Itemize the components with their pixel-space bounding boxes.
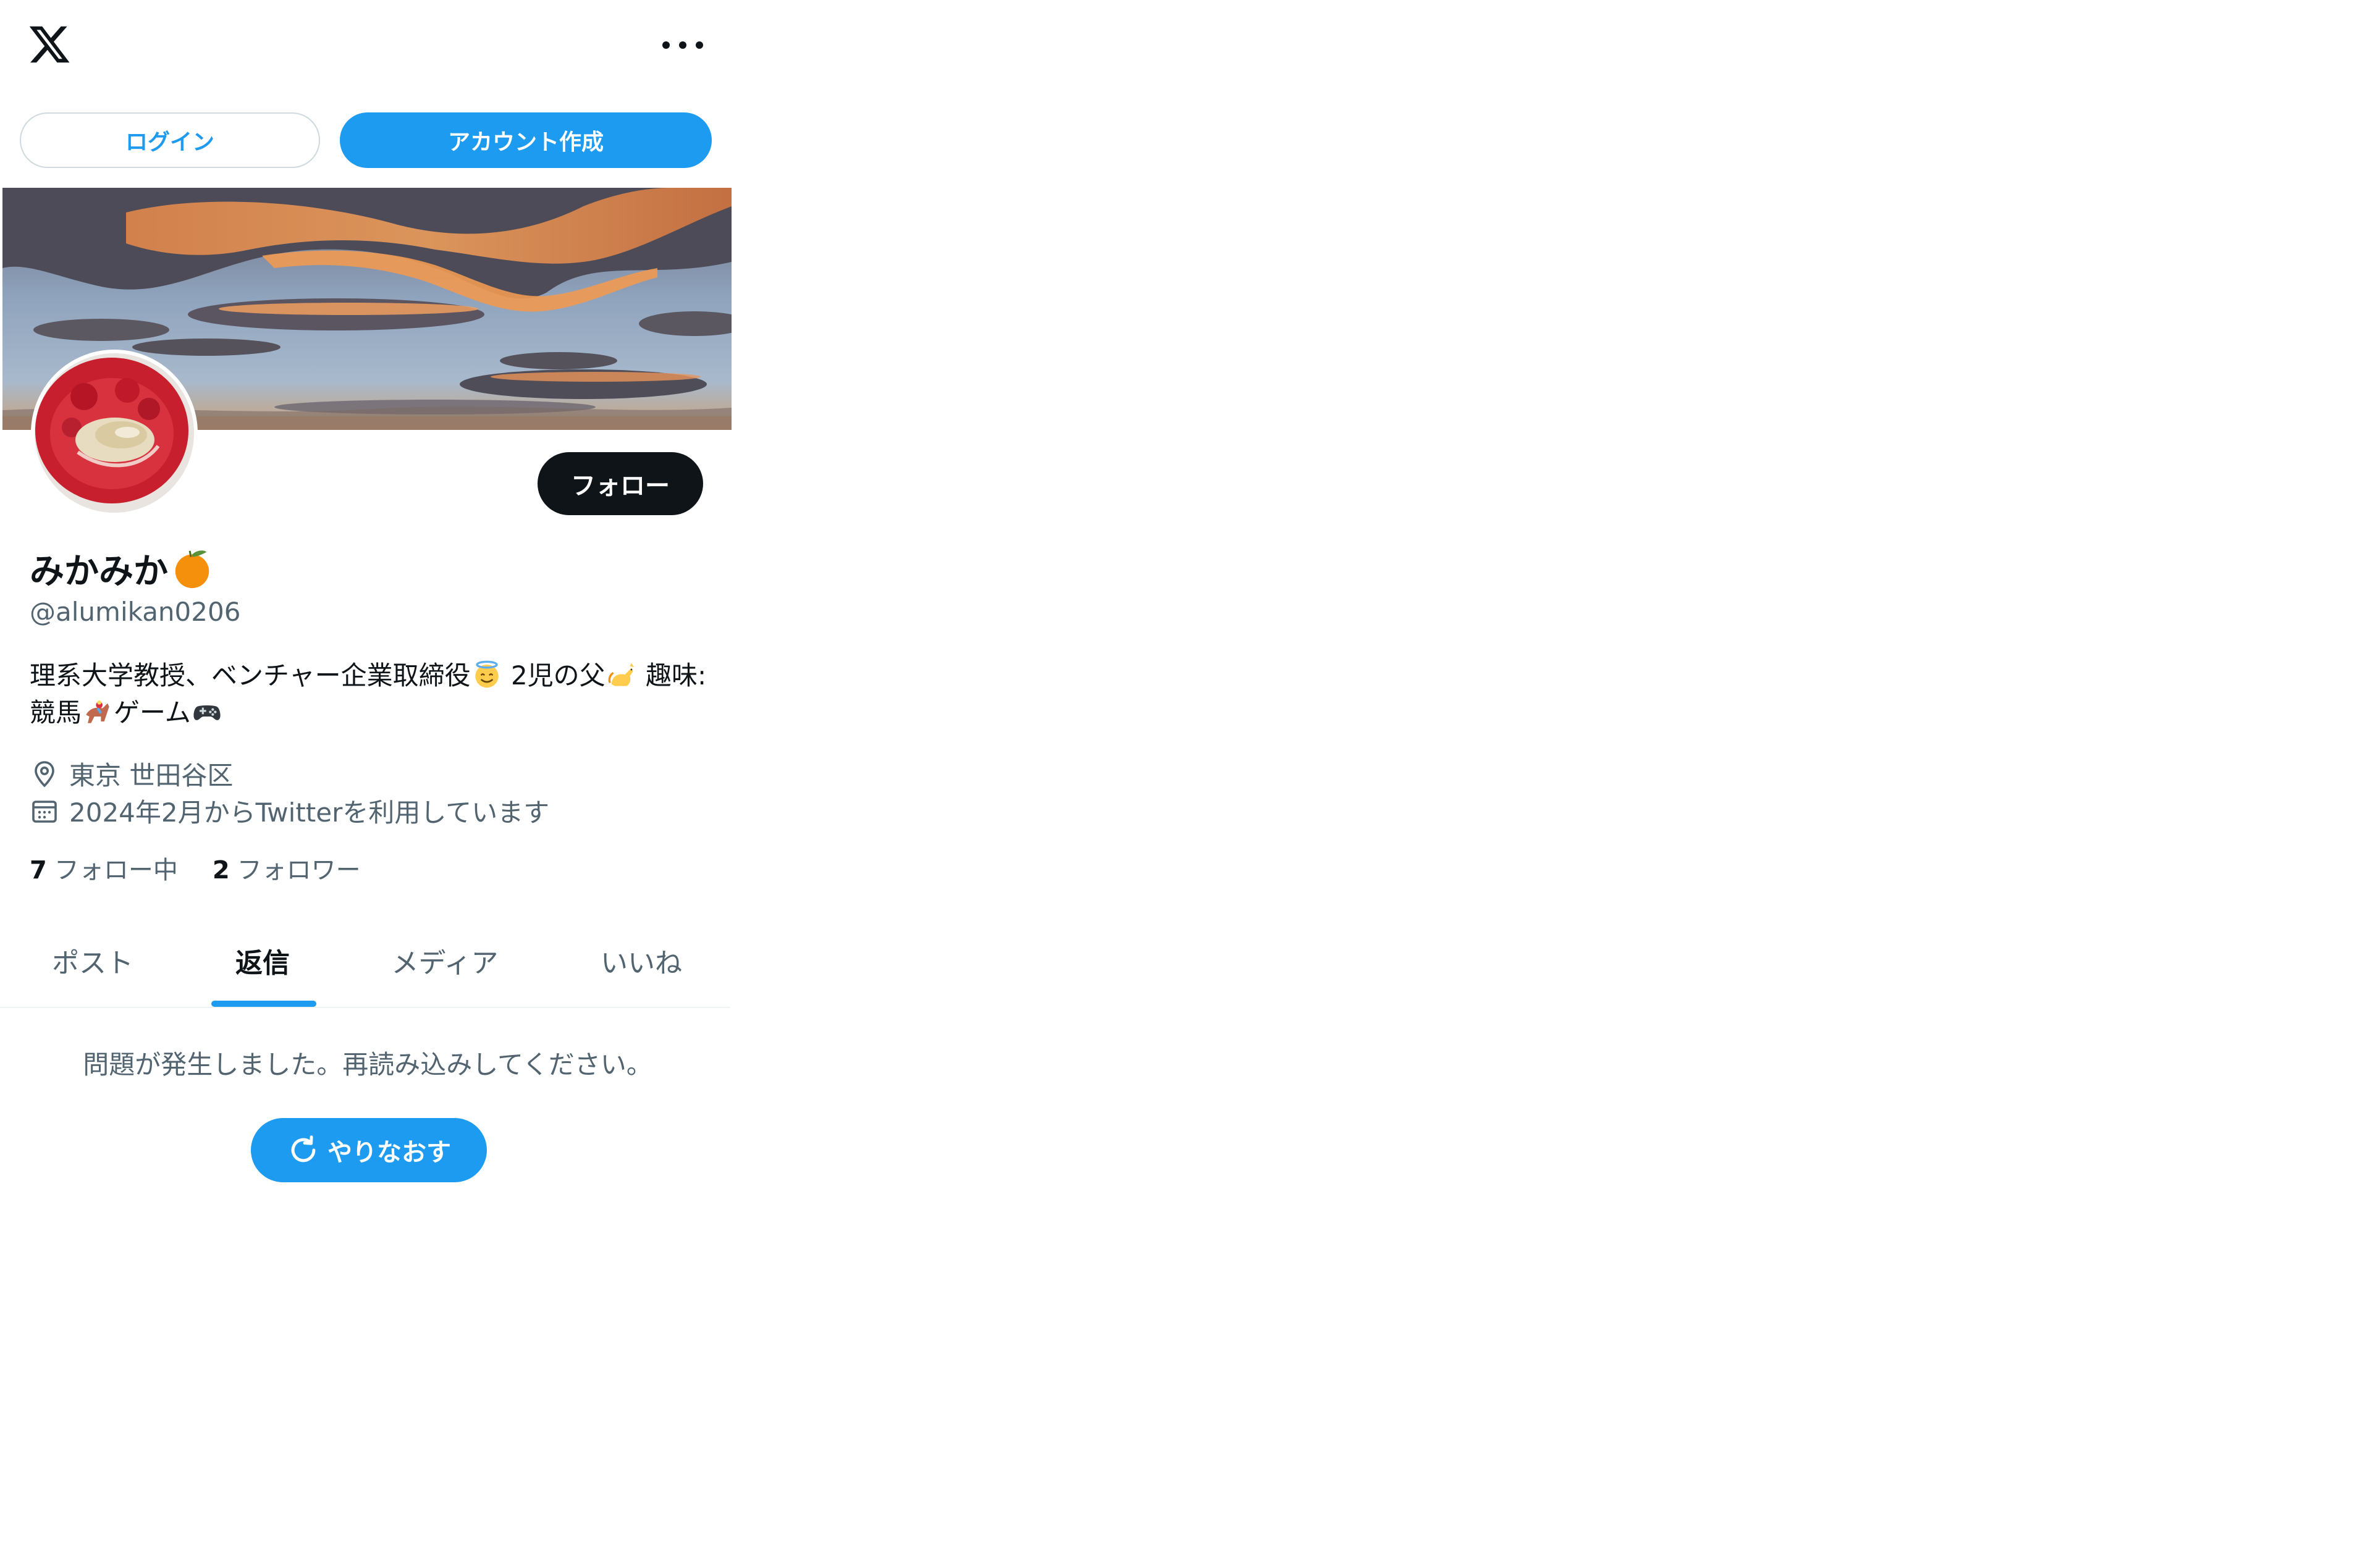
horse-racing-icon	[86, 700, 109, 723]
more-horizontal-icon[interactable]	[662, 41, 703, 49]
followers-label: フォロワー	[237, 856, 361, 885]
bio-text: ゲーム	[114, 697, 191, 728]
retry-button[interactable]: やりなおす	[251, 1118, 487, 1182]
join-date-text: 2024年2月からTwitterを利用しています	[69, 797, 550, 828]
location-pin-icon	[35, 760, 54, 788]
top-bar	[0, 0, 730, 99]
orange-icon	[175, 550, 209, 588]
active-tab-indicator	[211, 1001, 316, 1007]
cat-icon	[608, 663, 634, 686]
following-link[interactable]: 7 フォロー中	[30, 850, 178, 886]
display-name: みかみか	[30, 544, 214, 594]
login-button[interactable]: ログイン	[20, 112, 320, 168]
retry-label: やりなおす	[327, 1138, 451, 1167]
error-message: 問題が発生しました。再読み込みしてください。	[83, 1049, 652, 1080]
avatar-image	[35, 353, 194, 513]
tab-posts[interactable]: ポスト	[0, 914, 185, 1007]
profile-tabs: ポスト 返信 メディア いいね	[0, 914, 730, 1008]
bio-text: 2児の父	[502, 660, 606, 691]
tab-replies[interactable]: 返信	[168, 914, 357, 1007]
following-label: フォロー中	[54, 856, 178, 885]
following-count: 7	[30, 856, 47, 885]
follow-counts: 7 フォロー中 2 フォロワー	[30, 850, 395, 886]
smiling-halo-face-icon	[475, 660, 499, 688]
followers-count: 2	[212, 856, 230, 885]
tab-media[interactable]: メディア	[352, 914, 538, 1007]
profile-location: 東京 世田谷区	[30, 755, 233, 793]
refresh-icon	[291, 1135, 316, 1162]
calendar-icon	[32, 800, 57, 823]
location-text: 東京 世田谷区	[69, 760, 234, 791]
bio-text: 理系大学教授、ベンチャー企業取締役	[30, 660, 471, 691]
create-account-button[interactable]: アカウント作成	[340, 112, 712, 168]
user-handle: @alumikan0206	[30, 597, 241, 627]
profile-page: ログイン アカウント作成 フォロー みかみか @alumikan0206 理系大…	[0, 0, 732, 1564]
profile-bio: 理系大学教授、ベンチャー企業取締役 2児の父 趣味:競馬 ゲーム	[30, 657, 709, 731]
game-controller-icon	[193, 705, 221, 720]
tab-likes[interactable]: いいね	[549, 914, 734, 1007]
avatar[interactable]	[31, 350, 198, 516]
x-logo-icon[interactable]	[27, 22, 72, 67]
follow-button[interactable]: フォロー	[538, 452, 703, 515]
profile-join-date: 2024年2月からTwitterを利用しています	[30, 792, 549, 830]
followers-link[interactable]: 2 フォロワー	[213, 850, 361, 886]
display-name-text: みかみか	[30, 552, 168, 592]
